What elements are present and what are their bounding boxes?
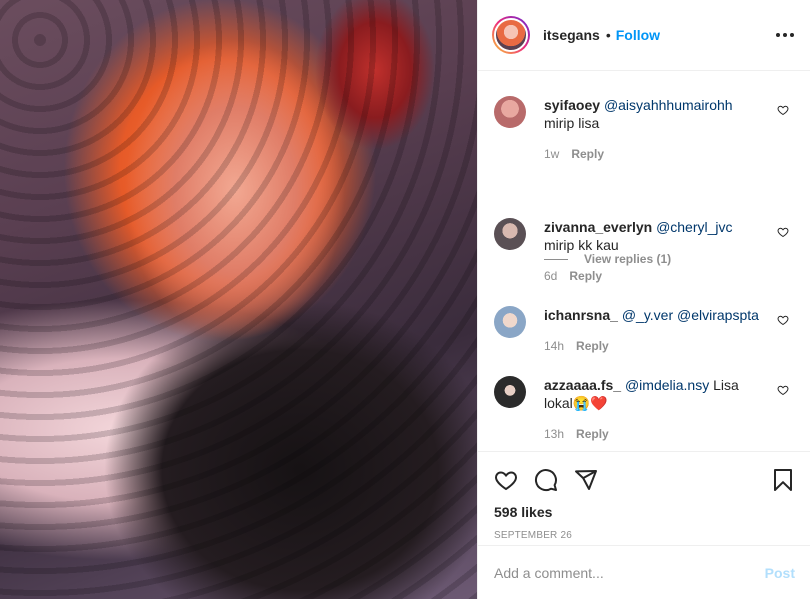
commenter-username[interactable]: syifaoey bbox=[544, 97, 600, 113]
comment-time: 13h bbox=[544, 427, 565, 441]
comment-meta: 13h Reply bbox=[544, 427, 609, 441]
heart-icon[interactable] bbox=[777, 104, 789, 116]
commenter-username[interactable]: ichanrsna_ bbox=[544, 307, 618, 323]
comment-message: mirip kk kau bbox=[544, 237, 619, 253]
comment-input[interactable] bbox=[494, 564, 765, 581]
view-replies-line bbox=[544, 258, 568, 260]
reply-button[interactable]: Reply bbox=[569, 269, 602, 283]
post-button[interactable]: Post bbox=[765, 565, 795, 581]
commenter-avatar[interactable] bbox=[494, 306, 526, 338]
comment-mention[interactable]: @imdelia.nsy bbox=[625, 377, 709, 393]
comment-meta: 6d Reply bbox=[544, 269, 602, 283]
heart-icon[interactable] bbox=[494, 468, 518, 492]
add-comment-bar: Post bbox=[478, 545, 810, 599]
author-avatar[interactable] bbox=[492, 16, 530, 54]
comment-icon[interactable] bbox=[534, 468, 558, 492]
commenter-username[interactable]: zivanna_everlyn bbox=[544, 219, 652, 235]
reply-button[interactable]: Reply bbox=[576, 427, 609, 441]
view-replies-label: View replies (1) bbox=[584, 252, 672, 266]
heart-icon[interactable] bbox=[777, 314, 789, 326]
separator-dot: • bbox=[605, 27, 611, 43]
share-icon[interactable] bbox=[574, 468, 598, 492]
commenter-avatar[interactable] bbox=[494, 96, 526, 128]
more-options-icon[interactable] bbox=[776, 33, 794, 37]
commenter-avatar[interactable] bbox=[494, 376, 526, 408]
post-actions: 598 likes SEPTEMBER 26 bbox=[478, 451, 810, 541]
action-icons bbox=[494, 460, 795, 500]
heart-icon[interactable] bbox=[777, 226, 789, 238]
comment-mention[interactable]: @_y.ver @elvirapspta bbox=[622, 307, 759, 323]
comment-mention[interactable]: @cheryl_jvc bbox=[656, 219, 732, 235]
comment-meta: 1w Reply bbox=[544, 147, 604, 161]
bookmark-icon[interactable] bbox=[771, 468, 795, 492]
comment-time: 6d bbox=[544, 269, 558, 283]
post-photo[interactable] bbox=[0, 0, 477, 599]
comment-text: syifaoey @aisyahhhumairohh mirip lisa bbox=[544, 96, 764, 132]
post-date[interactable]: SEPTEMBER 26 bbox=[494, 530, 795, 541]
likes-count[interactable]: 598 likes bbox=[494, 504, 795, 520]
follow-button[interactable]: Follow bbox=[616, 27, 660, 43]
post-header: itsegans • Follow bbox=[478, 0, 810, 71]
commenter-username[interactable]: azzaaaa.fs_ bbox=[544, 377, 621, 393]
comment-message: mirip lisa bbox=[544, 115, 600, 131]
reply-button[interactable]: Reply bbox=[571, 147, 604, 161]
author-username[interactable]: itsegans bbox=[543, 27, 600, 43]
commenter-avatar[interactable] bbox=[494, 218, 526, 250]
post-side-panel: itsegans • Follow syifaoey @aisyahhhumai… bbox=[477, 0, 810, 599]
reply-button[interactable]: Reply bbox=[576, 339, 609, 353]
comment-time: 1w bbox=[544, 147, 560, 161]
view-replies-button[interactable]: View replies (1) bbox=[544, 252, 671, 266]
comment-text: ichanrsna_ @_y.ver @elvirapspta bbox=[544, 306, 784, 324]
heart-icon[interactable] bbox=[777, 384, 789, 396]
comment-mention[interactable]: @aisyahhhumairohh bbox=[604, 97, 733, 113]
comment-meta: 14h Reply bbox=[544, 339, 609, 353]
comments-list[interactable]: syifaoey @aisyahhhumairohh mirip lisa 1w… bbox=[478, 72, 810, 450]
comment-text: azzaaaa.fs_ @imdelia.nsy Lisa lokal😭❤️ bbox=[544, 376, 764, 412]
comment-text: zivanna_everlyn @cheryl_jvc mirip kk kau bbox=[544, 218, 764, 254]
comment-time: 14h bbox=[544, 339, 565, 353]
